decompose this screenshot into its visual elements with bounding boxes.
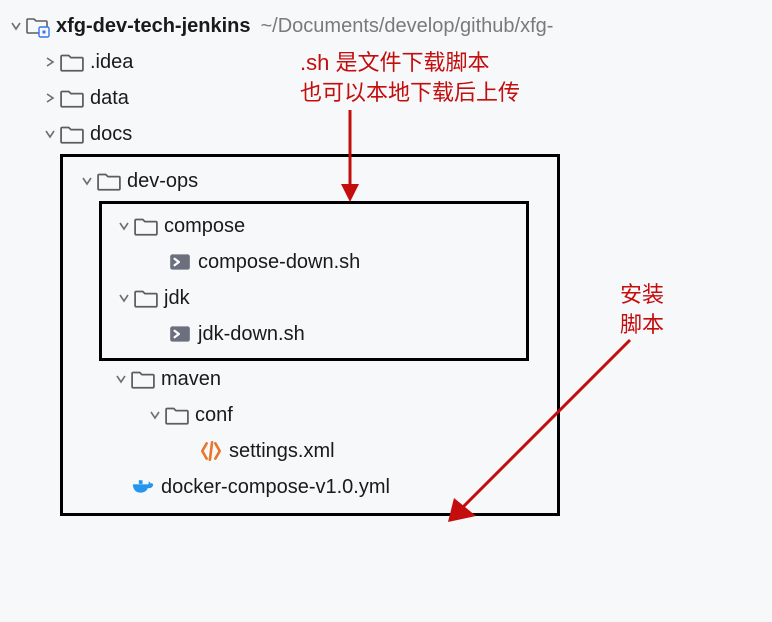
project-path: ~/Documents/develop/github/xfg- xyxy=(260,15,553,38)
folder-label: docs xyxy=(90,123,132,146)
folder-label: compose xyxy=(164,215,245,238)
project-name: xfg-dev-tech-jenkins xyxy=(56,15,250,38)
chevron-down-icon[interactable] xyxy=(111,369,131,389)
chevron-down-icon[interactable] xyxy=(145,405,165,425)
shell-script-icon xyxy=(168,250,192,274)
tree-row-compose-down[interactable]: compose-down.sh xyxy=(102,244,526,280)
tree-row-data[interactable]: data xyxy=(0,80,772,116)
tree-row-root[interactable]: xfg-dev-tech-jenkins ~/Documents/develop… xyxy=(0,8,772,44)
chevron-down-icon[interactable] xyxy=(40,124,60,144)
chevron-down-icon[interactable] xyxy=(114,288,134,308)
file-label: docker-compose-v1.0.yml xyxy=(161,476,390,499)
tree-row-docker-compose[interactable]: docker-compose-v1.0.yml xyxy=(63,469,557,505)
folder-icon xyxy=(134,286,158,310)
tree-row-jdk[interactable]: jdk xyxy=(102,280,526,316)
folder-icon xyxy=(60,50,84,74)
folder-label: conf xyxy=(195,404,233,427)
tree-row-maven[interactable]: maven xyxy=(63,361,557,397)
docker-file-icon xyxy=(131,475,155,499)
folder-label: maven xyxy=(161,368,221,391)
file-label: jdk-down.sh xyxy=(198,323,305,346)
module-folder-icon xyxy=(26,14,50,38)
tree-row-docs[interactable]: docs xyxy=(0,116,772,152)
folder-label: jdk xyxy=(164,287,190,310)
folder-icon xyxy=(134,214,158,238)
folder-icon xyxy=(131,367,155,391)
chevron-right-icon[interactable] xyxy=(40,88,60,108)
folder-icon xyxy=(60,122,84,146)
chevron-down-icon[interactable] xyxy=(77,171,97,191)
tree-row-conf[interactable]: conf xyxy=(63,397,557,433)
file-label: compose-down.sh xyxy=(198,251,360,274)
file-tree: xfg-dev-tech-jenkins ~/Documents/develop… xyxy=(0,0,772,516)
shell-script-icon xyxy=(168,322,192,346)
highlight-box-scripts: compose compose-down.sh jdk jdk-down.sh xyxy=(99,201,529,361)
folder-icon xyxy=(165,403,189,427)
folder-label: data xyxy=(90,87,129,110)
chevron-down-icon[interactable] xyxy=(6,16,26,36)
tree-row-settings[interactable]: settings.xml xyxy=(63,433,557,469)
tree-row-devops[interactable]: dev-ops xyxy=(63,163,557,199)
folder-icon xyxy=(60,86,84,110)
file-label: settings.xml xyxy=(229,440,335,463)
highlight-box-devops: dev-ops compose compose-down.sh jdk xyxy=(60,154,560,516)
tree-row-jdk-down[interactable]: jdk-down.sh xyxy=(102,316,526,352)
folder-icon xyxy=(97,169,121,193)
chevron-down-icon[interactable] xyxy=(114,216,134,236)
xml-file-icon xyxy=(199,439,223,463)
folder-label: .idea xyxy=(90,51,133,74)
folder-label: dev-ops xyxy=(127,170,198,193)
tree-row-compose[interactable]: compose xyxy=(102,208,526,244)
chevron-right-icon[interactable] xyxy=(40,52,60,72)
tree-row-idea[interactable]: .idea xyxy=(0,44,772,80)
